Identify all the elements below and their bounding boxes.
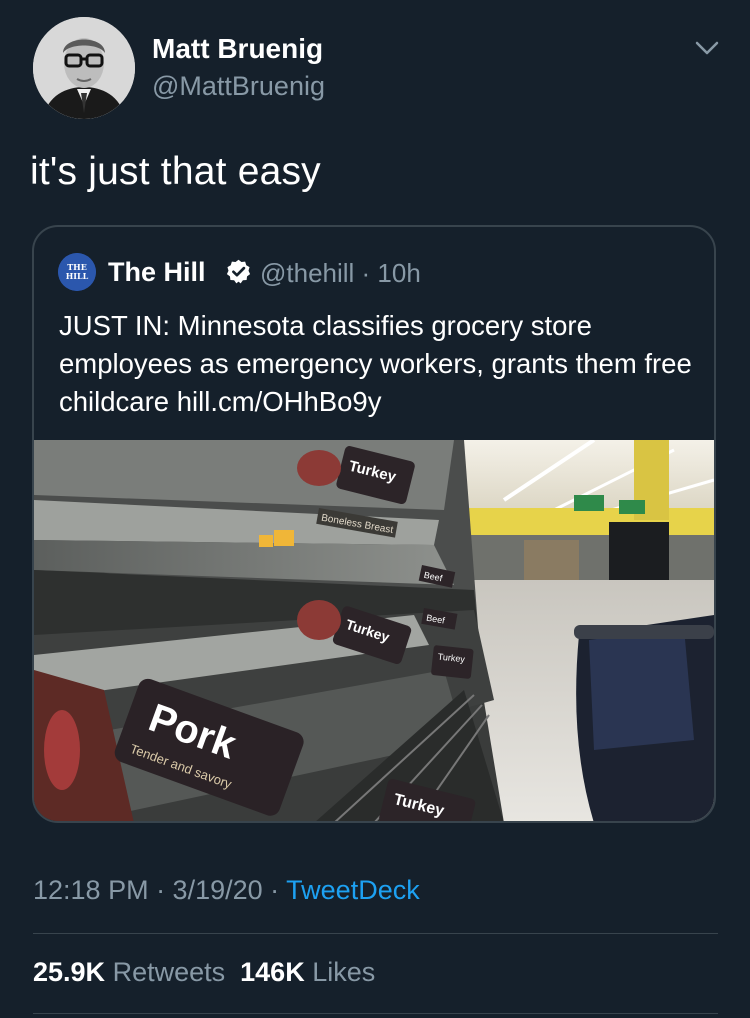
tweet-stats: 25.9K Retweets 146K Likes	[33, 957, 375, 988]
likes-count: 146K	[240, 957, 305, 987]
divider-bottom	[33, 1013, 718, 1014]
quoted-tweet-photo[interactable]: Turkey Boneless Breast Turkey Beef Beef …	[34, 440, 714, 821]
verified-badge-icon	[225, 258, 252, 285]
tweet-detail: Matt Bruenig @MattBruenig it's just that…	[0, 0, 750, 1018]
retweets-label: Retweets	[105, 957, 226, 987]
quoted-author-name[interactable]: The Hill	[108, 257, 206, 288]
author-avatar[interactable]	[33, 17, 135, 119]
tweet-source-link[interactable]: TweetDeck	[286, 875, 420, 905]
retweets-count: 25.9K	[33, 957, 106, 987]
quoted-tweet-card[interactable]: THE HILL The Hill @thehill · 10h JUST IN…	[32, 225, 716, 823]
likes-label: Likes	[304, 957, 376, 987]
quoted-tweet-text: JUST IN: Minnesota classifies grocery st…	[59, 310, 692, 417]
author-name[interactable]: Matt Bruenig	[152, 33, 323, 65]
chevron-down-icon[interactable]	[690, 34, 724, 62]
quoted-author-handle[interactable]: @thehill · 10h	[260, 258, 421, 289]
retweets-stat[interactable]: 25.9K Retweets	[33, 957, 225, 987]
tweet-meta: 12:18 PM · 3/19/20 · TweetDeck	[33, 875, 420, 906]
tweet-text: it's just that easy	[30, 150, 321, 193]
author-handle[interactable]: @MattBruenig	[152, 71, 325, 102]
tweet-timestamp[interactable]: 12:18 PM · 3/19/20 ·	[33, 875, 286, 905]
likes-stat[interactable]: 146K Likes	[240, 957, 375, 987]
logo-text-hill: HILL	[66, 271, 89, 281]
the-hill-logo[interactable]: THE HILL	[58, 253, 96, 291]
avatar-portrait-image	[33, 17, 135, 119]
divider-top	[33, 933, 718, 934]
